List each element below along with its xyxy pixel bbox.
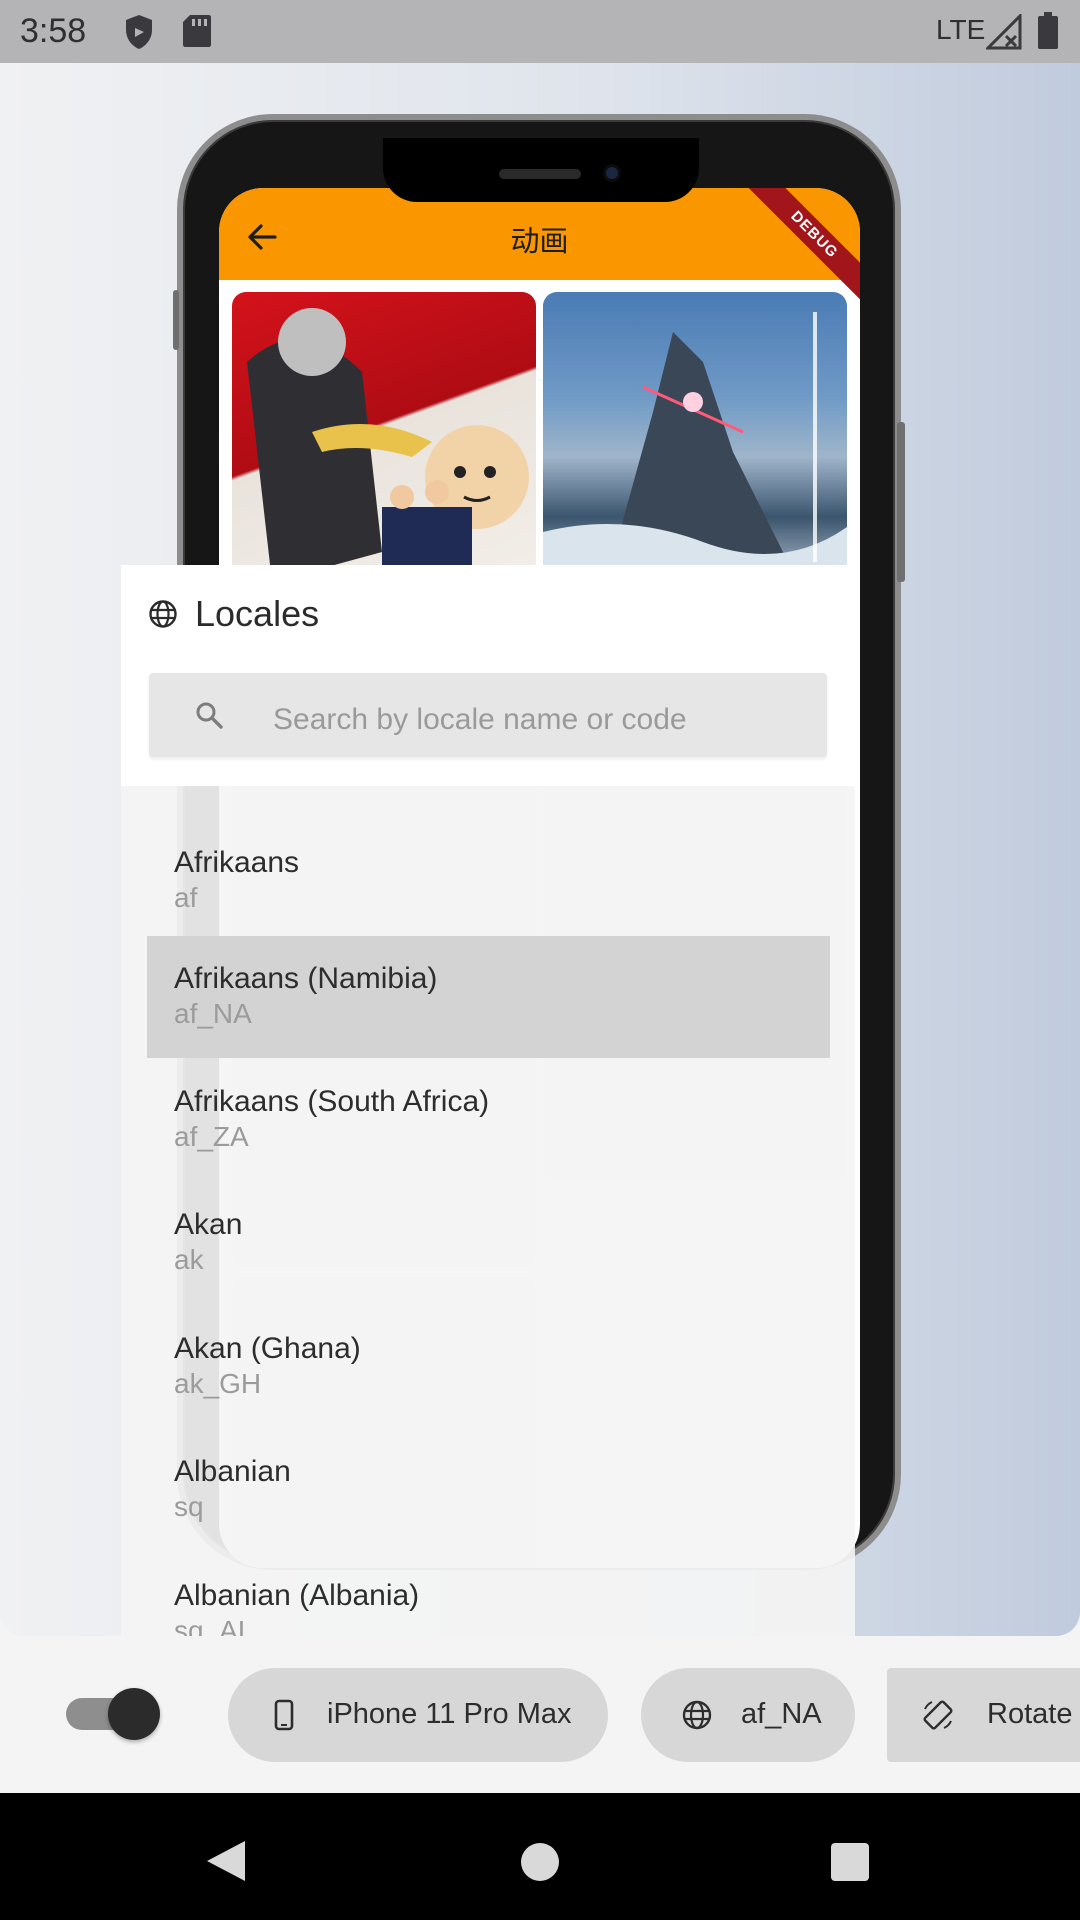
recents-icon[interactable]	[831, 1843, 869, 1881]
locale-search-input[interactable]: Search by locale name or code	[149, 673, 827, 757]
app-title: 动画	[510, 226, 569, 258]
toggle-knob	[108, 1688, 160, 1740]
anime-poster[interactable]	[232, 292, 536, 592]
locale-select-button[interactable]: af_NA	[641, 1668, 855, 1762]
locale-code: ak_GH	[174, 1368, 262, 1399]
search-placeholder: Search by locale name or code	[273, 703, 687, 736]
locale-item-af_NA[interactable]: Afrikaans (Namibia) af_NA	[147, 936, 830, 1058]
locale-name: Afrikaans (Namibia)	[174, 962, 438, 995]
signal-icon	[986, 14, 1022, 50]
locales-title: Locales	[195, 593, 320, 634]
globe-icon	[682, 1700, 712, 1730]
locale-code: af_NA	[174, 998, 252, 1029]
sd-card-icon	[183, 15, 211, 47]
navigation-bar	[0, 1793, 1080, 1920]
battery-icon	[1038, 12, 1058, 49]
home-icon[interactable]	[521, 1843, 559, 1881]
device-preview-toolbar: iPhone 11 Pro Max af_NA Rotate	[0, 1636, 1080, 1793]
rotate-icon	[923, 1700, 953, 1730]
locale-code: af	[174, 882, 198, 913]
locale-code: af_ZA	[174, 1121, 249, 1152]
search-icon	[196, 702, 223, 729]
locale-item-af[interactable]: Afrikaans af	[147, 820, 830, 942]
device-speaker	[499, 169, 581, 179]
locale-name: Afrikaans (South Africa)	[174, 1085, 490, 1118]
locale-name: Akan	[174, 1208, 243, 1241]
locale-item-sq[interactable]: Albanian sq	[147, 1429, 830, 1551]
locale-name: Albanian (Albania)	[174, 1579, 420, 1612]
phone-icon	[274, 1699, 294, 1731]
device-label: iPhone 11 Pro Max	[327, 1698, 572, 1730]
rotate-label: Rotate	[987, 1698, 1073, 1730]
locale-code: ak	[174, 1244, 204, 1275]
locale-name: Afrikaans	[174, 846, 300, 879]
status-bar: 3:58 LTE	[0, 0, 1080, 63]
shield-icon	[126, 15, 152, 49]
locale-label: af_NA	[741, 1698, 822, 1730]
globe-icon	[149, 600, 177, 628]
locale-name: Akan (Ghana)	[174, 1332, 361, 1365]
device-camera	[603, 164, 621, 182]
anime-poster[interactable]	[543, 292, 847, 592]
device-select-button[interactable]: iPhone 11 Pro Max	[228, 1668, 608, 1762]
locale-item-ak[interactable]: Akan ak	[147, 1182, 830, 1304]
preview-enabled-toggle[interactable]	[66, 1688, 160, 1740]
device-volume-button	[173, 290, 179, 350]
back-icon[interactable]	[205, 1839, 247, 1883]
locale-list[interactable]: Afrikaans af Afrikaans (Namibia) af_NA A…	[121, 786, 855, 1666]
locale-name: Albanian	[174, 1455, 291, 1488]
locales-panel-header: Locales Search by locale name or code	[121, 565, 855, 786]
rotate-button[interactable]: Rotate	[887, 1668, 1080, 1762]
device-side-button	[897, 422, 905, 582]
network-type: LTE	[936, 14, 986, 45]
locale-item-af_ZA[interactable]: Afrikaans (South Africa) af_ZA	[147, 1059, 830, 1181]
locale-item-ak_GH[interactable]: Akan (Ghana) ak_GH	[147, 1306, 830, 1428]
status-time: 3:58	[20, 12, 87, 50]
locale-code: sq	[174, 1491, 204, 1522]
